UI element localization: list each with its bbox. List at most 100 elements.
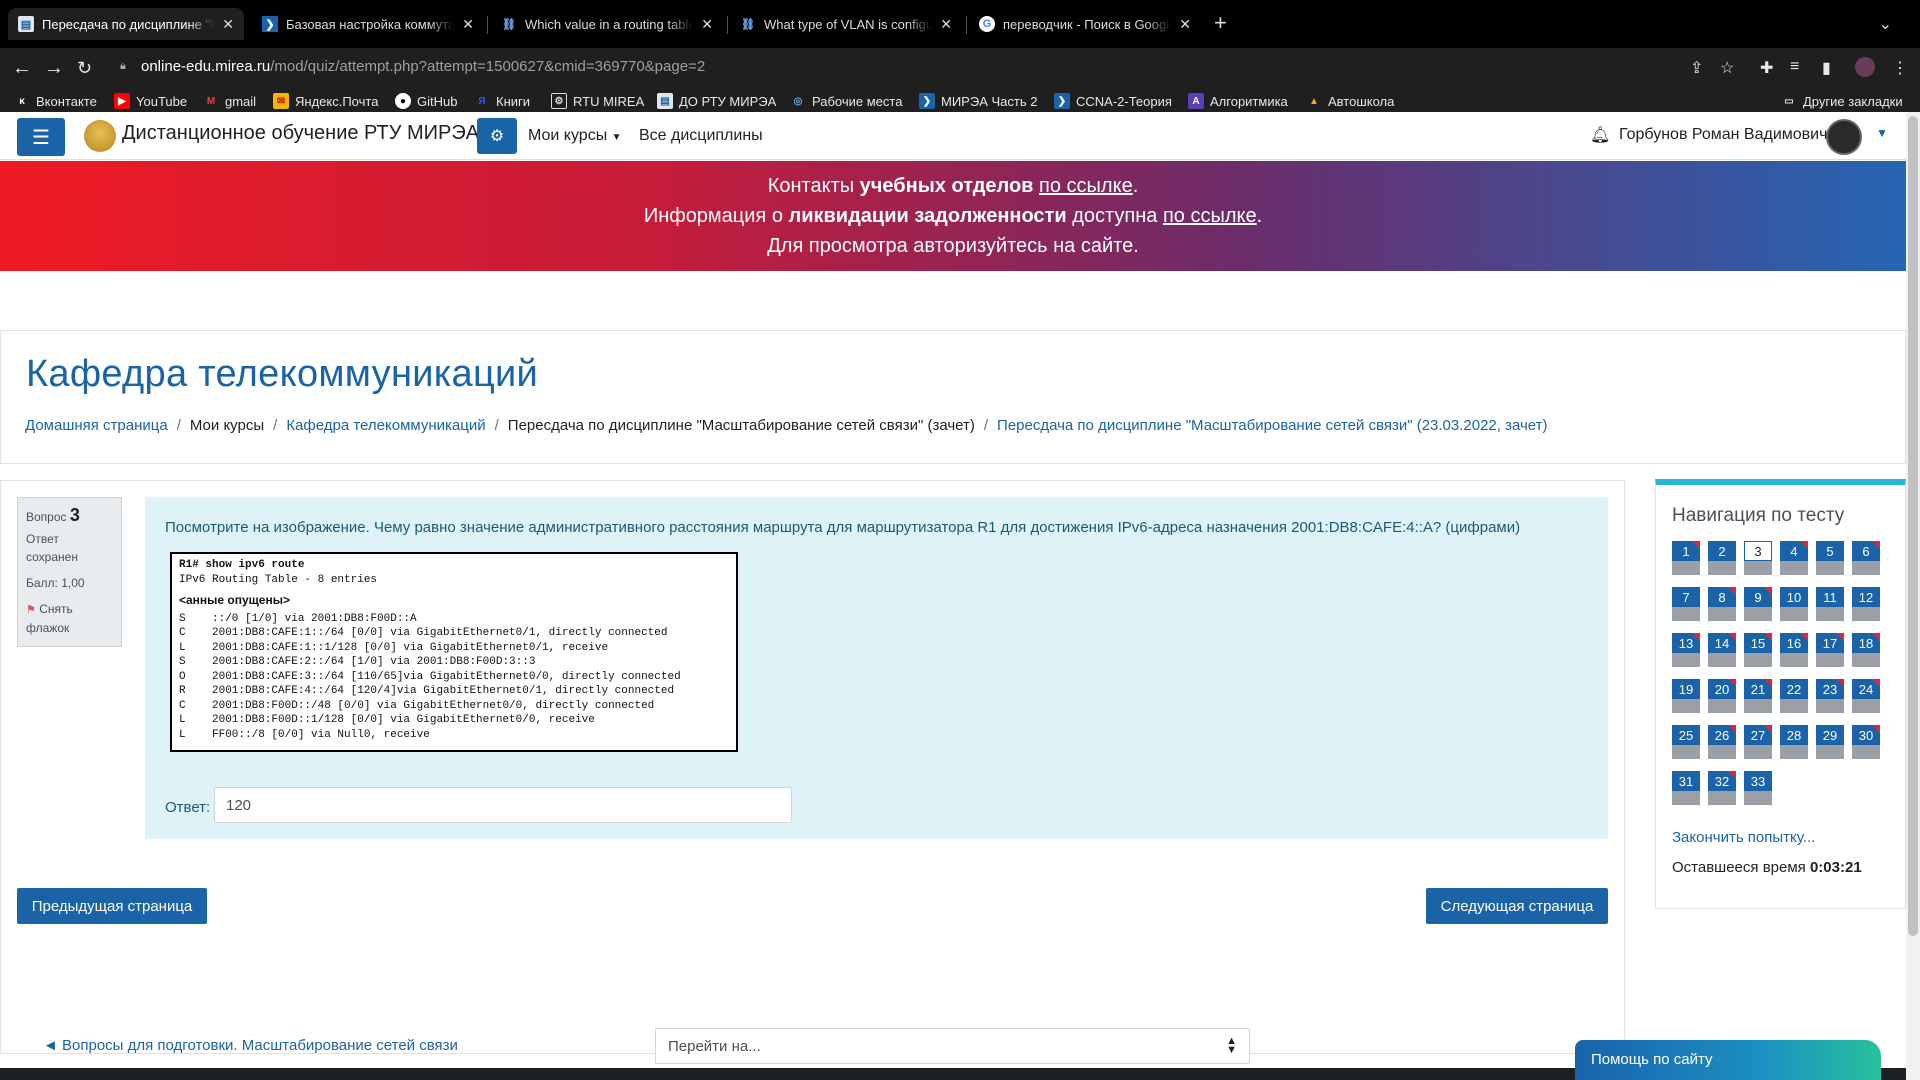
quiz-question-button[interactable]: 6 (1852, 541, 1880, 575)
bookmark-other[interactable]: ▭ Другие закладки (1781, 93, 1902, 109)
quiz-question-button[interactable]: 11 (1816, 587, 1844, 621)
quiz-question-button[interactable]: 17 (1816, 633, 1844, 667)
site-navbar: ☰ Дистанционное обучение РТУ МИРЭА ⚙ Мои… (0, 112, 1906, 160)
all-disciplines-link[interactable]: Все дисциплины (639, 127, 763, 145)
browser-tab-active[interactable]: ▤ Пересдача по дисциплине "М ✕ (8, 8, 244, 40)
browser-tab[interactable]: G переводчик - Поиск в Google ✕ (969, 8, 1201, 40)
quiz-question-button[interactable]: 13 (1672, 633, 1700, 667)
quiz-question-button[interactable]: 4 (1780, 541, 1808, 575)
bookmark-rtu-mirea[interactable]: ⚙ RTU MIREA (551, 93, 644, 109)
contacts-link[interactable]: по ссылке (1039, 175, 1133, 197)
star-icon[interactable]: ☆ (1720, 58, 1734, 78)
caret-down-icon[interactable]: ▼ (1876, 126, 1888, 140)
cogs-button[interactable]: ⚙ (477, 118, 517, 154)
jump-to-select[interactable]: Перейти на... ▲ ▼ (655, 1028, 1250, 1064)
quiz-question-button[interactable]: 33 (1744, 771, 1772, 805)
scrollbar-thumb[interactable] (1908, 116, 1918, 936)
remove-flag-toggle[interactable]: ⚑ Снять флажок (26, 600, 113, 637)
chevron-down-icon[interactable]: ⌄ (1879, 14, 1892, 34)
finish-attempt-link[interactable]: Закончить попытку... (1672, 829, 1815, 846)
extensions-icon[interactable]: ✚ (1760, 58, 1773, 78)
next-page-button[interactable]: Следующая страница (1426, 888, 1608, 924)
forward-arrow-icon[interactable]: → (44, 56, 64, 80)
url-field[interactable]: online-edu.mirea.ru/mod/quiz/attempt.php… (141, 58, 705, 75)
browser-tab[interactable]: ⛓ Which value in a routing table r ✕ (491, 8, 723, 40)
bookmark-gmail[interactable]: Mgmail (203, 93, 256, 109)
user-name[interactable]: Горбунов Роман Вадимович (1619, 126, 1827, 144)
drawer-toggle-button[interactable]: ☰ (17, 118, 65, 156)
browser-tab[interactable]: ❯ Базовая настройка коммутат ✕ (252, 8, 484, 40)
bookmark-books[interactable]: Я Книги (474, 93, 530, 109)
quiz-question-button[interactable]: 25 (1672, 725, 1700, 759)
quiz-question-button[interactable]: 15 (1744, 633, 1772, 667)
bookmark-algoritmika[interactable]: A Алгоритмика (1188, 93, 1288, 109)
quiz-question-button[interactable]: 7 (1672, 587, 1700, 621)
kebab-menu-icon[interactable]: ⋮ (1892, 58, 1908, 78)
lock-icon[interactable]: 🔒︎ (120, 60, 126, 73)
quiz-question-button[interactable]: 27 (1744, 725, 1772, 759)
bookmark-vk[interactable]: ᴋ Вконтакте (14, 93, 97, 109)
close-icon[interactable]: ✕ (222, 16, 234, 33)
quiz-question-button[interactable]: 26 (1708, 725, 1736, 759)
quiz-question-button[interactable]: 32 (1708, 771, 1736, 805)
quiz-question-button[interactable]: 2 (1708, 541, 1736, 575)
mirea-logo-icon[interactable] (84, 120, 116, 152)
page-scrollbar[interactable] (1906, 112, 1920, 1080)
site-name[interactable]: Дистанционное обучение РТУ МИРЭА (122, 122, 479, 145)
bell-icon[interactable]: 🔔︎ (1590, 125, 1610, 145)
quiz-question-button[interactable]: 23 (1816, 679, 1844, 713)
close-icon[interactable]: ✕ (462, 16, 474, 33)
previous-page-button[interactable]: Предыдущая страница (17, 888, 207, 924)
quiz-question-button[interactable]: 20 (1708, 679, 1736, 713)
close-icon[interactable]: ✕ (940, 16, 952, 33)
quiz-question-button[interactable]: 5 (1816, 541, 1844, 575)
terminal-omitted: <анные опущены> (179, 593, 290, 607)
quiz-question-button[interactable]: 16 (1780, 633, 1808, 667)
quiz-question-button[interactable]: 22 (1780, 679, 1808, 713)
previous-activity-link[interactable]: ◄ Вопросы для подготовки. Масштабировани… (43, 1037, 458, 1054)
quiz-question-button[interactable]: 8 (1708, 587, 1736, 621)
site-help-button[interactable]: Помощь по сайту (1575, 1040, 1881, 1080)
quiz-question-button[interactable]: 18 (1852, 633, 1880, 667)
share-icon[interactable]: ⇪ (1690, 58, 1703, 78)
sidepanel-icon[interactable]: ▮ (1822, 58, 1831, 78)
quiz-question-button[interactable]: 24 (1852, 679, 1880, 713)
hamburger-icon: ☰ (32, 126, 50, 149)
profile-avatar-icon[interactable] (1855, 57, 1875, 77)
quiz-question-button[interactable]: 29 (1816, 725, 1844, 759)
breadcrumb-department[interactable]: Кафедра телекоммуникаций (286, 417, 485, 434)
quiz-question-button[interactable]: 10 (1780, 587, 1808, 621)
quiz-question-button[interactable]: 19 (1672, 679, 1700, 713)
bookmark-github[interactable]: ● GitHub (395, 93, 457, 109)
new-tab-plus-icon[interactable]: + (1214, 12, 1227, 34)
back-arrow-icon[interactable]: ← (12, 56, 32, 80)
close-icon[interactable]: ✕ (1179, 16, 1191, 33)
reload-icon[interactable]: ↻ (77, 56, 92, 80)
quiz-question-button[interactable]: 3 (1744, 541, 1772, 575)
bookmark-workplaces[interactable]: ◎ Рабочие места (790, 93, 903, 109)
bookmark-autoschool[interactable]: ▲ Автошкола (1306, 93, 1394, 109)
bookmark-mirea-2[interactable]: ❯ МИРЭА Часть 2 (919, 93, 1037, 109)
reading-list-icon[interactable]: ≡ (1790, 58, 1799, 76)
quiz-question-button[interactable]: 12 (1852, 587, 1880, 621)
quiz-question-button[interactable]: 30 (1852, 725, 1880, 759)
quiz-question-button[interactable]: 14 (1708, 633, 1736, 667)
quiz-question-button[interactable]: 21 (1744, 679, 1772, 713)
bookmark-yandex-mail[interactable]: ✉ Яндекс.Почта (273, 93, 378, 109)
answer-input[interactable] (214, 787, 792, 823)
bookmark-ccna[interactable]: ❯ CCNA-2-Теория (1054, 93, 1172, 109)
quiz-question-button[interactable]: 31 (1672, 771, 1700, 805)
debts-link[interactable]: по ссылке (1163, 205, 1257, 227)
bookmark-do-rtu[interactable]: ▤ ДО РТУ МИРЭА (657, 93, 776, 109)
bookmark-youtube[interactable]: ▶ YouTube (114, 93, 187, 109)
close-icon[interactable]: ✕ (701, 16, 713, 33)
breadcrumb-home[interactable]: Домашняя страница (25, 417, 168, 434)
avatar[interactable] (1826, 119, 1862, 155)
my-courses-menu[interactable]: Мои курсы ▼ (528, 127, 622, 145)
breadcrumb-quiz[interactable]: Пересдача по дисциплине "Масштабирование… (997, 417, 1547, 434)
flag-corner-icon (1800, 541, 1808, 549)
quiz-question-button[interactable]: 28 (1780, 725, 1808, 759)
browser-tab[interactable]: ⛓ What type of VLAN is configure ✕ (730, 8, 962, 40)
quiz-question-button[interactable]: 1 (1672, 541, 1700, 575)
quiz-question-button[interactable]: 9 (1744, 587, 1772, 621)
